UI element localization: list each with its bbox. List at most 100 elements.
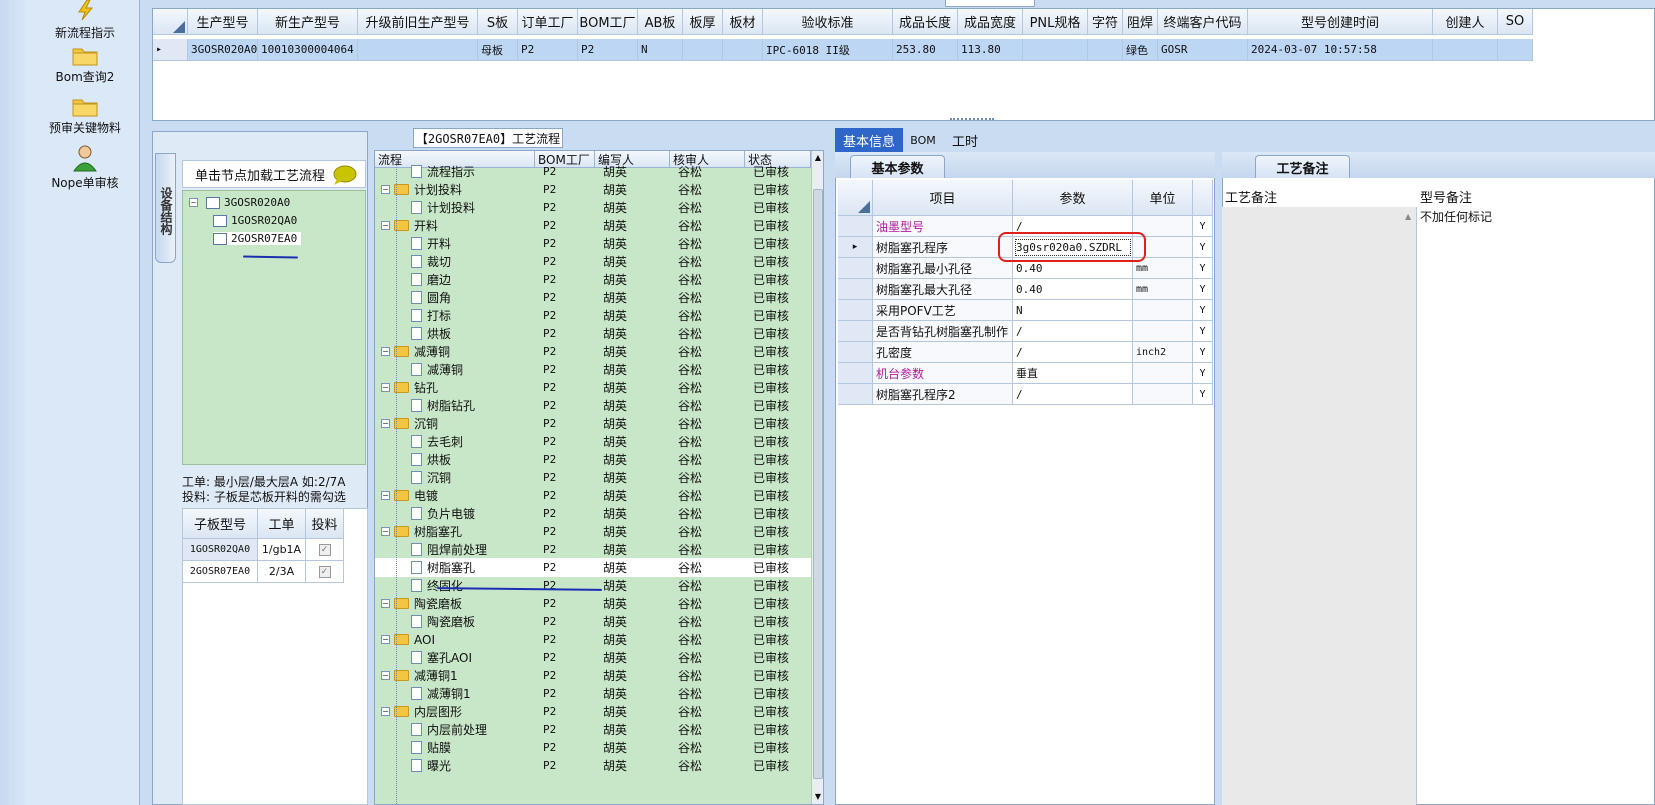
collapsed-tab[interactable] — [945, 0, 1035, 7]
list-item[interactable]: 内层前处理 P2 胡英 谷松 已审核 — [375, 720, 811, 739]
column-header[interactable]: 参数 — [1013, 180, 1133, 216]
list-item[interactable]: 烘板 P2 胡英 谷松 已审核 — [375, 324, 811, 343]
vertical-splitter[interactable] — [824, 131, 835, 805]
column-header[interactable]: 型号创建时间 — [1248, 9, 1433, 35]
collapse-icon[interactable]: − — [381, 383, 390, 392]
tree-node-child[interactable]: 1GOSR02QA0 — [213, 214, 297, 227]
list-item[interactable]: 塞孔AOI P2 胡英 谷松 已审核 — [375, 648, 811, 667]
collapse-icon[interactable]: − — [381, 635, 390, 644]
collapse-icon[interactable]: − — [381, 671, 390, 680]
side-tab-structure[interactable]: 设备结构 — [155, 153, 176, 263]
column-header[interactable]: 子板型号 — [183, 509, 258, 539]
list-item[interactable]: 裁切 P2 胡英 谷松 已审核 — [375, 252, 811, 271]
list-item[interactable]: 烘板 P2 胡英 谷松 已审核 — [375, 450, 811, 469]
horizontal-splitter-grip[interactable] — [950, 118, 994, 122]
column-header[interactable]: 工单 — [258, 509, 306, 539]
list-item[interactable]: 沉铜 P2 胡英 谷松 已审核 — [375, 468, 811, 487]
list-item[interactable]: 树脂钻孔 P2 胡英 谷松 已审核 — [375, 396, 811, 415]
feed-checkbox[interactable]: ✓ — [318, 543, 331, 556]
list-item[interactable]: 终固化 P2 胡英 谷松 已审核 — [375, 576, 811, 595]
param-value-input[interactable]: / — [1013, 342, 1133, 363]
collapse-icon[interactable]: − — [381, 185, 390, 194]
feed-checkbox[interactable]: ✓ — [318, 565, 331, 578]
tree-node-root[interactable]: − 3GOSR020A0 — [189, 196, 290, 209]
column-header[interactable]: 字符 — [1088, 9, 1123, 35]
list-item[interactable]: 圆角 P2 胡英 谷松 已审核 — [375, 288, 811, 307]
table-row[interactable]: 机台参数 垂直 Y — [838, 363, 1213, 384]
table-row[interactable]: ▸ 3GOSR020A0 10010300004064 母板 P2 P2 N IPC-6018… — [153, 39, 1533, 61]
table-row[interactable]: 2GOSR07EA0 2/3A ✓ — [183, 561, 344, 583]
collapse-icon[interactable]: − — [381, 707, 390, 716]
table-row[interactable]: 是否背钻孔树脂塞孔制作 / Y — [838, 321, 1213, 342]
column-header[interactable]: PNL规格 — [1023, 9, 1088, 35]
column-header[interactable]: 阻焊 — [1123, 9, 1158, 35]
column-header[interactable]: S板 — [478, 9, 518, 35]
list-item[interactable]: − 树脂塞孔 P2 胡英 谷松 已审核 — [375, 522, 811, 541]
collapse-icon[interactable]: − — [381, 221, 390, 230]
param-value-input[interactable]: N — [1013, 300, 1133, 321]
list-item[interactable]: 贴膜 P2 胡英 谷松 已审核 — [375, 738, 811, 757]
column-header[interactable]: 投料 — [306, 509, 344, 539]
nav-item-prereview-materials[interactable]: 预审关键物料 — [30, 95, 140, 136]
column-header[interactable]: 新生产型号 — [258, 9, 358, 35]
column-header[interactable]: AB板 — [638, 9, 683, 35]
scroll-down-arrow-icon[interactable]: ▼ — [812, 790, 823, 804]
param-value-input[interactable]: / — [1013, 321, 1133, 342]
nav-item-bom-query[interactable]: Bom查询2 — [30, 44, 140, 85]
model-remark-text[interactable]: 不加任何标记 — [1420, 208, 1492, 225]
column-header[interactable]: 板材 — [723, 9, 763, 35]
vertical-splitter[interactable] — [1215, 152, 1222, 805]
tab-process-remarks[interactable]: 工艺备注 — [1255, 155, 1350, 178]
scroll-up-arrow-icon[interactable]: ▲ — [1405, 212, 1415, 222]
process-remark-field[interactable] — [1222, 207, 1417, 805]
list-item[interactable]: − AOI P2 胡英 谷松 已审核 — [375, 630, 811, 649]
tree-node-child-selected[interactable]: 2GOSR07EA0 — [213, 232, 302, 245]
column-header[interactable]: BOM工厂 — [578, 9, 638, 35]
collapse-icon[interactable]: − — [381, 599, 390, 608]
collapse-icon[interactable]: − — [381, 347, 390, 356]
collapse-icon[interactable]: − — [189, 198, 198, 207]
column-header[interactable]: 生产型号 — [188, 9, 258, 35]
param-value-input[interactable]: / — [1013, 384, 1133, 405]
collapse-icon[interactable]: − — [381, 491, 390, 500]
list-item[interactable]: 磨边 P2 胡英 谷松 已审核 — [375, 270, 811, 289]
column-header[interactable]: 升级前旧生产型号 — [358, 9, 478, 35]
tab-bom[interactable]: BOM — [905, 128, 941, 152]
tab-basic-info[interactable]: 基本信息 — [835, 128, 903, 152]
list-item[interactable]: 计划投料 P2 胡英 谷松 已审核 — [375, 198, 811, 217]
column-header[interactable]: 板厚 — [683, 9, 723, 35]
nav-item-nope-review[interactable]: Nope单审核 — [30, 144, 140, 191]
list-item[interactable]: − 计划投料 P2 胡英 谷松 已审核 — [375, 180, 811, 199]
list-item[interactable]: 流程指示 P2 胡英 谷松 已审核 — [375, 162, 811, 181]
list-item[interactable]: 曝光 P2 胡英 谷松 已审核 — [375, 756, 811, 775]
vertical-scrollbar[interactable]: ▲ ▼ — [811, 151, 823, 804]
column-header[interactable]: SO — [1498, 9, 1533, 35]
list-item[interactable]: 打标 P2 胡英 谷松 已审核 — [375, 306, 811, 325]
list-item[interactable]: − 钻孔 P2 胡英 谷松 已审核 — [375, 378, 811, 397]
list-item[interactable]: − 内层图形 P2 胡英 谷松 已审核 — [375, 702, 811, 721]
collapse-icon[interactable]: − — [381, 527, 390, 536]
table-row[interactable]: 1GOSR02QA0 1/gb1A ✓ — [183, 539, 344, 561]
list-item[interactable]: − 减薄铜 P2 胡英 谷松 已审核 — [375, 342, 811, 361]
table-row[interactable]: 采用POFV工艺 N Y — [838, 300, 1213, 321]
list-item[interactable]: − 减薄铜1 P2 胡英 谷松 已审核 — [375, 666, 811, 685]
param-value-input[interactable]: 0.40 — [1013, 279, 1133, 300]
column-header[interactable]: 订单工厂 — [518, 9, 578, 35]
list-item[interactable]: 减薄铜 P2 胡英 谷松 已审核 — [375, 360, 811, 379]
list-item[interactable]: − 陶瓷磨板 P2 胡英 谷松 已审核 — [375, 594, 811, 613]
scroll-thumb[interactable] — [813, 189, 823, 779]
column-header[interactable]: 单位 — [1133, 180, 1193, 216]
table-row[interactable]: 孔密度 / inch2 Y — [838, 342, 1213, 363]
column-header[interactable]: 项目 — [873, 180, 1013, 216]
list-item[interactable]: 树脂塞孔 P2 胡英 谷松 已审核 — [375, 558, 811, 577]
tab-work-hours[interactable]: 工时 — [945, 128, 985, 152]
table-row[interactable]: 树脂塞孔最大孔径 0.40 mm Y — [838, 279, 1213, 300]
list-item[interactable]: 开料 P2 胡英 谷松 已审核 — [375, 234, 811, 253]
list-item[interactable]: 去毛刺 P2 胡英 谷松 已审核 — [375, 432, 811, 451]
list-item[interactable]: 减薄铜1 P2 胡英 谷松 已审核 — [375, 684, 811, 703]
param-value-input[interactable]: 垂直 — [1013, 363, 1133, 384]
column-header[interactable]: 成品宽度 — [958, 9, 1023, 35]
column-header[interactable]: 创建人 — [1433, 9, 1498, 35]
scroll-up-arrow-icon[interactable]: ▲ — [812, 151, 823, 165]
list-item[interactable]: − 沉铜 P2 胡英 谷松 已审核 — [375, 414, 811, 433]
